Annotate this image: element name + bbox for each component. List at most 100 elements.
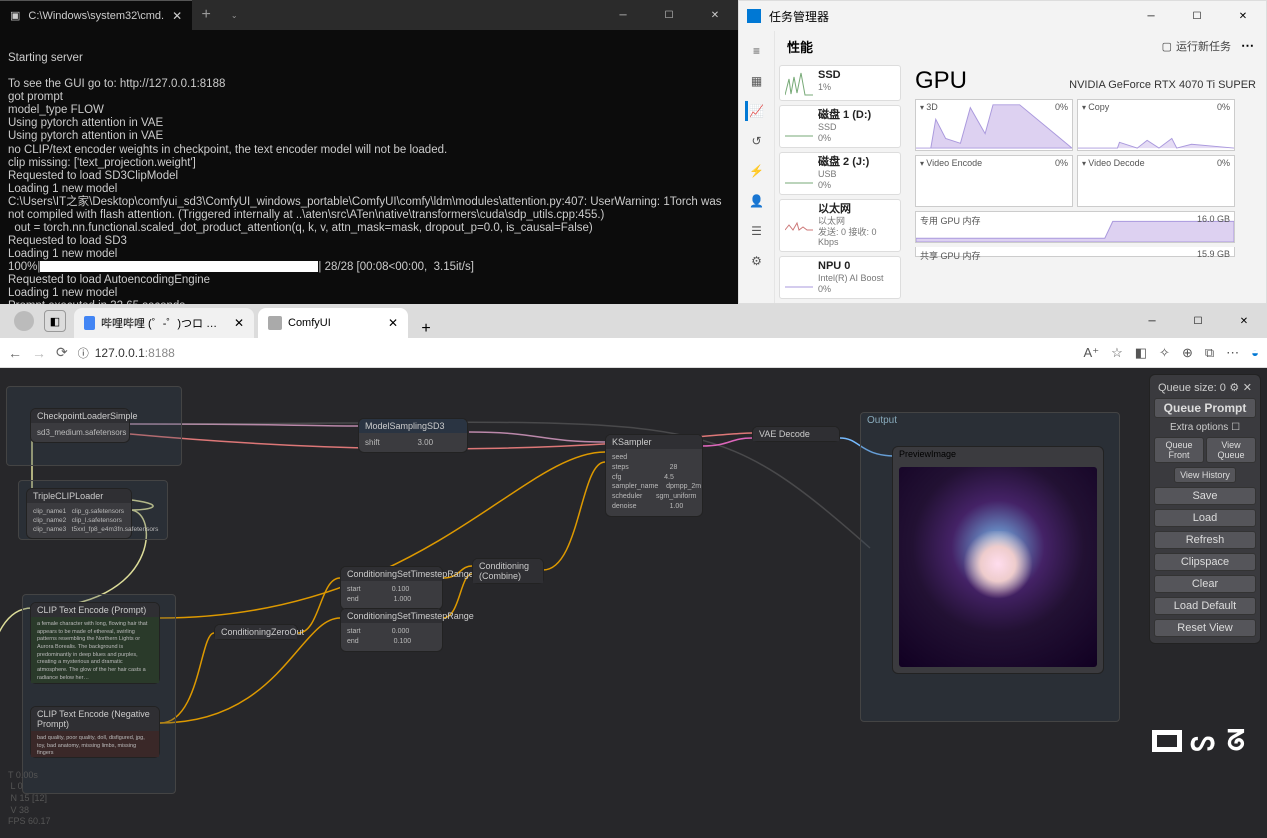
load-button[interactable]: Load (1154, 509, 1256, 527)
tm-card-disk1[interactable]: 磁盘 1 (D:)SSD0% (779, 105, 901, 148)
url-field[interactable]: ⓘ 127.0.0.1:8188 (78, 345, 1074, 361)
load-default-button[interactable]: Load Default (1154, 597, 1256, 615)
node-model-sampling[interactable]: ModelSamplingSD3shift 3.00 (358, 418, 468, 453)
comfy-control-panel: Queue size: 0⚙✕ Queue Prompt Extra optio… (1149, 374, 1261, 644)
extra-options-checkbox[interactable]: Extra options ☐ (1154, 420, 1256, 435)
minimize-button[interactable]: ─ (1129, 304, 1175, 338)
copilot-icon[interactable]: ◒ (1251, 345, 1259, 361)
collections-icon[interactable]: ✧ (1159, 345, 1170, 361)
node-checkpoint-loader[interactable]: CheckpointLoaderSimplesd3_medium.safeten… (30, 408, 130, 443)
favicon (268, 316, 282, 330)
new-tab-button[interactable]: + (192, 0, 220, 30)
preview-image (899, 467, 1097, 667)
reset-view-button[interactable]: Reset View (1154, 619, 1256, 637)
node-vae-decode[interactable]: VAE Decode (752, 426, 840, 442)
processes-icon[interactable]: ▦ (747, 71, 767, 91)
gpu-dedicated-mem-chart: 专用 GPU 内存16.0 GB (915, 211, 1235, 243)
gpu-copy-chart[interactable]: Copy0% (1077, 99, 1235, 151)
view-queue-button[interactable]: View Queue (1206, 437, 1256, 463)
close-panel-icon[interactable]: ✕ (1243, 381, 1252, 394)
tm-sidebar: ≡ ▦ 📈 ↺ ⚡ 👤 ☰ ⚙ (739, 31, 775, 303)
refresh-button[interactable]: ⟳ (56, 344, 68, 361)
node-cond-timestep-1[interactable]: ConditioningSetTimestepRangestart 0.100 … (340, 566, 443, 610)
run-new-task-label: 运行新任务 (1176, 38, 1231, 54)
tm-card-ethernet[interactable]: 以太网以太网发送: 0 接收: 0 Kbps (779, 199, 901, 253)
services-icon[interactable]: ⚙ (747, 251, 767, 271)
site-info-icon[interactable]: ⓘ (78, 345, 89, 361)
browser-window: ◧ 哔哩哔哩 (゜-゜)つロ 干杯~-bili…✕ ComfyUI✕ + ─ ☐… (0, 304, 1267, 838)
clear-button[interactable]: Clear (1154, 575, 1256, 593)
hamburger-icon[interactable]: ≡ (747, 41, 767, 61)
node-clip-negative[interactable]: CLIP Text Encode (Negative Prompt)bad qu… (30, 706, 160, 758)
tm-card-npu[interactable]: NPU 0Intel(R) AI Boost0% (779, 256, 901, 299)
back-button[interactable]: ← (8, 345, 22, 361)
tm-gpu-panel: GPU NVIDIA GeForce RTX 4070 Ti SUPER 3D0… (905, 61, 1266, 303)
cmd-window: ▣ C:\Windows\system32\cmd. ✕ + ⌄ ─ ☐ ✕ S… (0, 0, 738, 304)
node-cond-combine[interactable]: Conditioning (Combine) (472, 558, 544, 584)
node-preview-image[interactable]: PreviewImage (892, 446, 1104, 674)
tab-dropdown-icon[interactable]: ⌄ (220, 0, 248, 30)
gpu-vdec-chart[interactable]: Video Decode0% (1077, 155, 1235, 207)
close-button[interactable]: ✕ (1220, 1, 1266, 31)
users-icon[interactable]: 👤 (747, 191, 767, 211)
node-clip-positive[interactable]: CLIP Text Encode (Prompt)a female charac… (30, 602, 160, 684)
node-triple-clip[interactable]: TripleCLIPLoaderclip_name1 clip_g.safete… (26, 488, 132, 539)
workspace-icon[interactable]: ◧ (44, 310, 66, 332)
gpu-3d-chart[interactable]: 3D0% (915, 99, 1073, 151)
profile-avatar[interactable] (14, 311, 34, 331)
task-manager-window: 任务管理器 ─ ☐ ✕ ≡ ▦ 📈 ↺ ⚡ 👤 ☰ ⚙ 性能 ▢ 运行新任务 ⋯ (738, 0, 1267, 304)
address-bar: ← → ⟳ ⓘ 127.0.0.1:8188 A⁺ ☆ ◧ ✧ ⊕ ⧉ ⋯ ◒ (0, 338, 1267, 368)
run-new-task-button[interactable]: ▢ 运行新任务 (1162, 38, 1231, 54)
url-host: 127.0.0.1 (95, 346, 145, 360)
menu-icon[interactable]: ⋯ (1226, 345, 1239, 361)
browser-tabs: ◧ 哔哩哔哩 (゜-゜)つロ 干杯~-bili…✕ ComfyUI✕ + ─ ☐… (0, 304, 1267, 338)
close-tab-icon[interactable]: ✕ (172, 9, 182, 23)
history-icon[interactable]: ↺ (747, 131, 767, 151)
node-cond-timestep-2[interactable]: ConditioningSetTimestepRangestart 0.000 … (340, 608, 443, 652)
progress-prefix: 100%| (8, 261, 40, 273)
text-size-icon[interactable]: A⁺ (1084, 345, 1100, 361)
tm-card-ssd0[interactable]: SSD1% (779, 65, 901, 101)
view-history-button[interactable]: View History (1174, 467, 1235, 483)
close-tab-icon[interactable]: ✕ (234, 316, 244, 330)
split-icon[interactable]: ◧ (1135, 345, 1147, 361)
gear-icon[interactable]: ⚙ (1229, 381, 1239, 394)
refresh-button[interactable]: Refresh (1154, 531, 1256, 549)
more-icon[interactable]: ⋯ (1241, 38, 1254, 54)
maximize-button[interactable]: ☐ (1174, 1, 1220, 31)
clipspace-button[interactable]: Clipspace (1154, 553, 1256, 571)
maximize-button[interactable]: ☐ (1175, 304, 1221, 338)
details-icon[interactable]: ☰ (747, 221, 767, 241)
tm-tab-title: 性能 (787, 37, 813, 56)
cmd-tab-title: C:\Windows\system32\cmd. (28, 10, 164, 22)
extensions-icon[interactable]: ⧉ (1205, 345, 1214, 361)
cmd-tab[interactable]: ▣ C:\Windows\system32\cmd. ✕ (0, 0, 192, 30)
gpu-venc-chart[interactable]: Video Encode0% (915, 155, 1073, 207)
minimize-button[interactable]: ─ (1128, 1, 1174, 31)
queue-prompt-button[interactable]: Queue Prompt (1154, 398, 1256, 418)
close-button[interactable]: ✕ (1221, 304, 1267, 338)
node-cond-zero-out[interactable]: ConditioningZeroOut (214, 624, 298, 640)
browser-tab-comfyui[interactable]: ComfyUI✕ (258, 308, 408, 338)
downloads-icon[interactable]: ⊕ (1182, 345, 1193, 361)
favorite-icon[interactable]: ☆ (1111, 345, 1123, 361)
tm-title: 任务管理器 (769, 8, 829, 25)
forward-button[interactable]: → (32, 345, 46, 361)
node-ksampler[interactable]: KSamplerseed steps 28 cfg 4.5 sampler_na… (605, 434, 703, 517)
tm-card-disk2[interactable]: 磁盘 2 (J:)USB0% (779, 152, 901, 195)
close-tab-icon[interactable]: ✕ (388, 316, 398, 330)
save-button[interactable]: Save (1154, 487, 1256, 505)
startup-icon[interactable]: ⚡ (747, 161, 767, 181)
progress-suffix: | 28/28 [00:08<00:00, 3.15it/s] (318, 261, 473, 273)
new-tab-button[interactable]: + (412, 320, 440, 338)
cmd-output: Starting server To see the GUI go to: ht… (0, 30, 738, 304)
performance-icon[interactable]: 📈 (745, 101, 765, 121)
minimize-button[interactable]: ─ (600, 0, 646, 30)
comfyui-canvas[interactable]: Output CheckpointLoaderSimplesd3_medium.… (0, 368, 1267, 838)
browser-tab-bilibili[interactable]: 哔哩哔哩 (゜-゜)つロ 干杯~-bili…✕ (74, 308, 254, 338)
maximize-button[interactable]: ☐ (646, 0, 692, 30)
close-button[interactable]: ✕ (692, 0, 738, 30)
cmd-log-1: Starting server To see the GUI go to: ht… (8, 52, 725, 260)
queue-front-button[interactable]: Queue Front (1154, 437, 1204, 463)
browser-window-controls: ─ ☐ ✕ (1129, 304, 1267, 338)
